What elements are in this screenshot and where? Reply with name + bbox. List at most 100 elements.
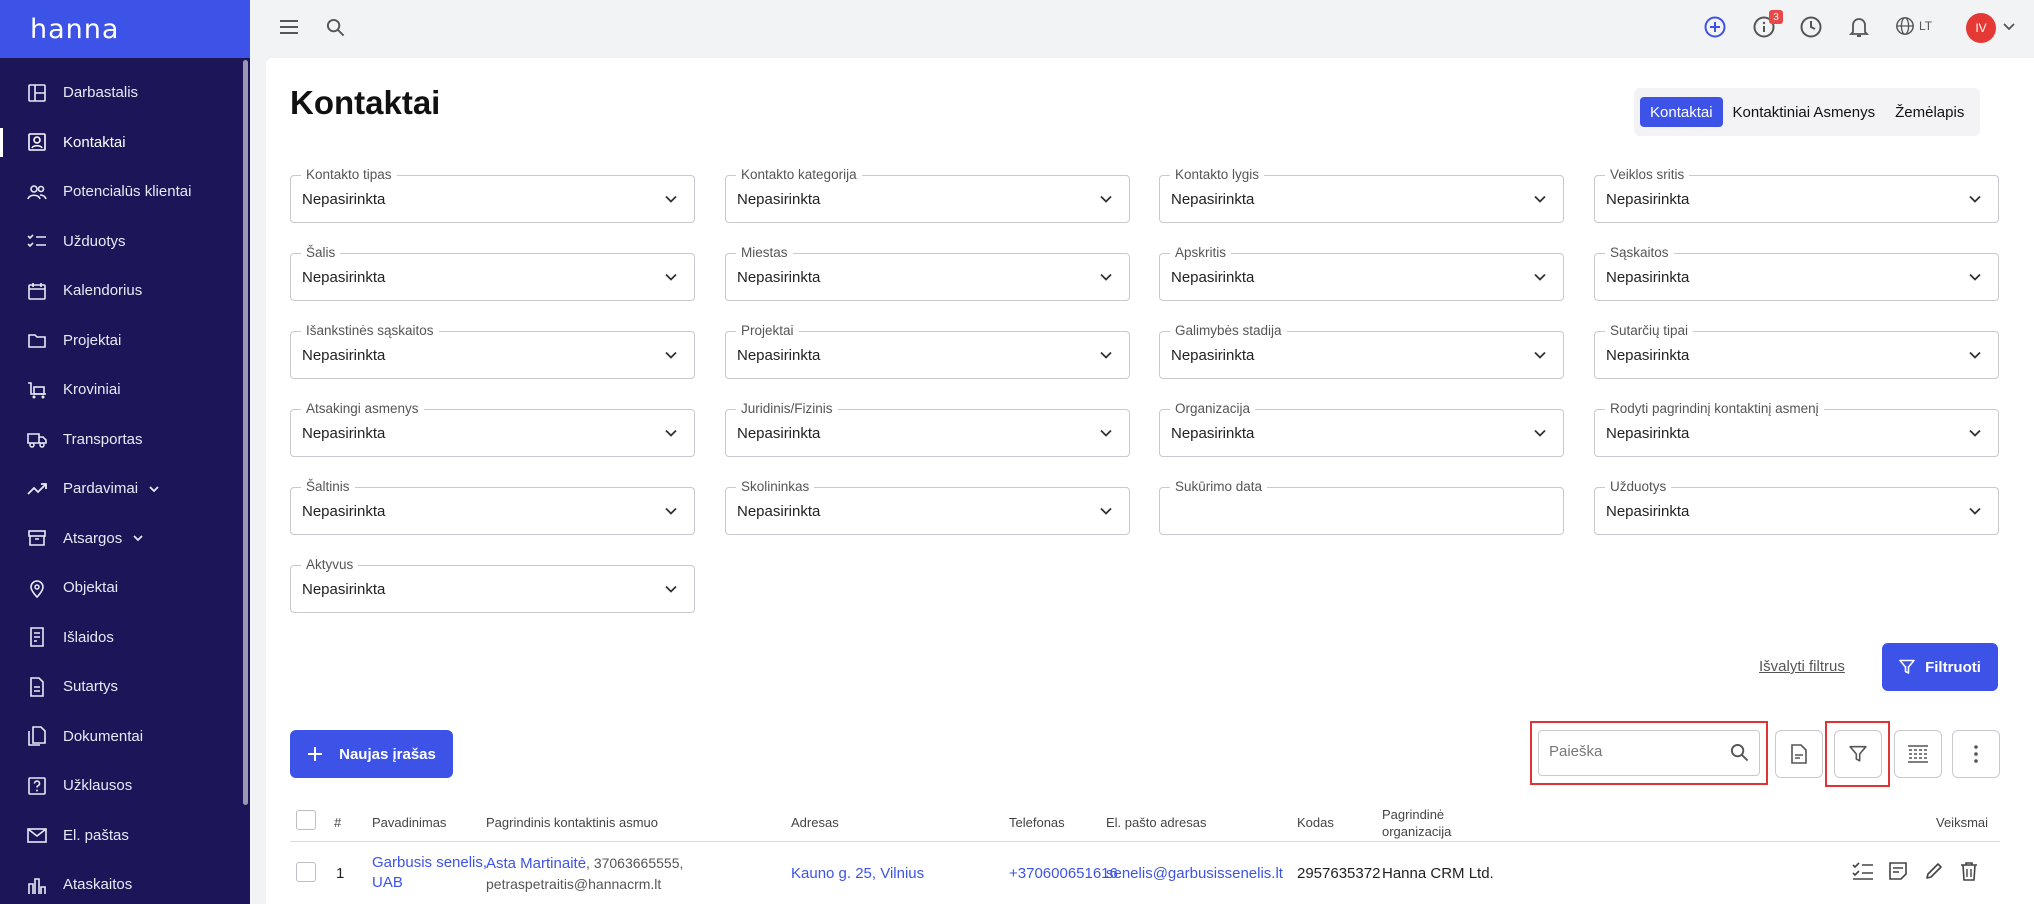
row-checkbox[interactable] (296, 862, 316, 882)
sidebar-item[interactable]: Ataskaitos (0, 860, 250, 904)
tab[interactable]: Žemėlapis (1885, 97, 1974, 127)
filter-select[interactable]: Projektai Nepasirinkta (725, 323, 1130, 379)
row-phone-link[interactable]: +370600651616 (1009, 865, 1118, 882)
table-row[interactable]: 1 Garbusis senelis, UAB Asta Martinaitė, … (290, 843, 2000, 904)
filter-toggle-button[interactable] (1834, 730, 1882, 778)
filter-select[interactable]: Miestas Nepasirinkta (725, 245, 1130, 301)
sidebar-item-label: Atsargos (63, 529, 123, 547)
filter-label: Rodyti pagrindinį kontaktinį asmenį (1605, 401, 1824, 416)
sidebar-item-label: Užklausos (63, 777, 133, 795)
col-contact[interactable]: Pagrindinis kontaktinis asmuo (486, 815, 658, 830)
filter-select[interactable]: Rodyti pagrindinį kontaktinį asmenį Nepas… (1594, 401, 1999, 457)
chevron-down-icon (1099, 426, 1113, 445)
filter-select[interactable]: Išankstinės sąskaitos Nepasirinkta (290, 323, 695, 379)
leads-icon (27, 182, 47, 202)
search-input[interactable] (1549, 743, 1719, 760)
filter-date-input[interactable]: Sukūrimo data (1159, 479, 1564, 535)
row-delete-icon[interactable] (1960, 861, 1978, 886)
sidebar-item[interactable]: Pardavimai (0, 464, 250, 514)
user-avatar[interactable]: IV (1966, 13, 1996, 43)
filter-label: Sąskaitos (1605, 245, 1674, 260)
col-code[interactable]: Kodas (1297, 815, 1334, 830)
filter-select[interactable]: Veiklos sritis Nepasirinkta (1594, 167, 1999, 223)
app-logo[interactable]: hanna (30, 14, 119, 45)
bell-icon[interactable] (1847, 15, 1871, 39)
col-phone[interactable]: Telefonas (1009, 815, 1065, 830)
chevron-down-icon (1099, 192, 1113, 211)
reports-icon (27, 875, 47, 895)
export-button[interactable] (1775, 730, 1823, 778)
funnel-icon (1899, 659, 1915, 674)
sidebar-item[interactable]: Kroviniai (0, 365, 250, 415)
filter-select[interactable]: Skolininkas Nepasirinkta (725, 479, 1130, 535)
sidebar-item[interactable]: Kalendorius (0, 266, 250, 316)
sidebar-item[interactable]: Kontaktai (0, 118, 250, 168)
sidebar-item[interactable]: Užduotys (0, 217, 250, 267)
filter-select[interactable]: Apskritis Nepasirinkta (1159, 245, 1564, 301)
filter-select[interactable]: Galimybės stadija Nepasirinkta (1159, 323, 1564, 379)
inquiry-icon (27, 776, 47, 796)
filter-select[interactable]: Sąskaitos Nepasirinkta (1594, 245, 1999, 301)
new-record-button[interactable]: Naujas įrašas (290, 730, 453, 778)
info-icon[interactable]: 3 (1752, 10, 1783, 39)
sidebar-item[interactable]: Objektai (0, 563, 250, 613)
filter-select[interactable]: Šalis Nepasirinkta (290, 245, 695, 301)
col-name[interactable]: Pavadinimas (372, 815, 446, 830)
more-options-button[interactable] (1952, 730, 2000, 778)
select-all-checkbox[interactable] (296, 810, 316, 830)
sidebar-item[interactable]: Išlaidos (0, 613, 250, 663)
row-edit-icon[interactable] (1924, 861, 1944, 886)
add-circle-icon[interactable] (1703, 15, 1727, 39)
col-org[interactable]: Pagrindinė organizacija (1382, 806, 1451, 840)
sidebar-scrollbar[interactable] (243, 60, 248, 805)
chevron-down-icon (664, 270, 678, 289)
chevron-down-icon (1968, 192, 1982, 211)
filter-select[interactable]: Sutarčių tipai Nepasirinkta (1594, 323, 1999, 379)
filter-select[interactable]: Kontakto kategorija Nepasirinkta (725, 167, 1130, 223)
clock-icon[interactable] (1799, 15, 1823, 39)
col-address[interactable]: Adresas (791, 815, 839, 830)
row-email-link[interactable]: senelis@garbusissenelis.lt (1106, 865, 1283, 882)
chevron-down-icon[interactable] (2002, 19, 2016, 38)
filter-select[interactable]: Atsakingi asmenys Nepasirinkta (290, 401, 695, 457)
sidebar-item[interactable]: Darbastalis (0, 68, 250, 118)
sidebar-item[interactable]: Užklausos (0, 761, 250, 811)
filter-select[interactable]: Juridinis/Fizinis Nepasirinkta (725, 401, 1130, 457)
search-icon[interactable] (323, 15, 347, 39)
col-email[interactable]: El. pašto adresas (1106, 815, 1206, 830)
filter-button[interactable]: Filtruoti (1882, 643, 1998, 691)
row-code: 2957635372 (1297, 865, 1381, 882)
row-address-link[interactable]: Kauno g. 25, Vilnius (791, 865, 924, 882)
row-name-link[interactable]: Garbusis senelis, UAB (372, 853, 487, 893)
sidebar-item[interactable]: Sutartys (0, 662, 250, 712)
mail-icon (27, 825, 47, 845)
filter-select[interactable]: Organizacija Nepasirinkta (1159, 401, 1564, 457)
row-note-icon[interactable] (1888, 861, 1908, 886)
sidebar-item[interactable]: El. paštas (0, 811, 250, 861)
filter-label: Galimybės stadija (1170, 323, 1287, 338)
filter-select[interactable]: Aktyvus Nepasirinkta (290, 557, 695, 613)
chevron-down-icon (664, 426, 678, 445)
row-contact-link[interactable]: Asta Martinaitė (486, 855, 586, 872)
filter-select[interactable]: Šaltinis Nepasirinkta (290, 479, 695, 535)
inventory-icon (27, 528, 47, 548)
sidebar-item[interactable]: Atsargos (0, 514, 250, 564)
menu-icon[interactable] (277, 15, 301, 39)
row-tasks-icon[interactable] (1852, 861, 1874, 886)
sidebar-item[interactable]: Potencialūs klientai (0, 167, 250, 217)
filter-select[interactable]: Užduotys Nepasirinkta (1594, 479, 1999, 535)
filter-select[interactable]: Kontakto tipas Nepasirinkta (290, 167, 695, 223)
language-selector[interactable]: LT (1895, 16, 1932, 36)
search-icon[interactable] (1730, 743, 1749, 767)
tab[interactable]: Kontaktiniai Asmenys (1723, 97, 1886, 127)
sidebar-item[interactable]: Transportas (0, 415, 250, 465)
filter-label: Kontakto kategorija (736, 167, 862, 182)
sidebar-item-label: El. paštas (63, 826, 129, 844)
sidebar-item[interactable]: Dokumentai (0, 712, 250, 762)
topbar: 3 LT IV (250, 0, 2034, 55)
filter-select[interactable]: Kontakto lygis Nepasirinkta (1159, 167, 1564, 223)
columns-button[interactable] (1894, 730, 1942, 778)
sidebar-item[interactable]: Projektai (0, 316, 250, 366)
tab[interactable]: Kontaktai (1640, 97, 1723, 127)
clear-filters-link[interactable]: Išvalyti filtrus (1759, 658, 1845, 675)
